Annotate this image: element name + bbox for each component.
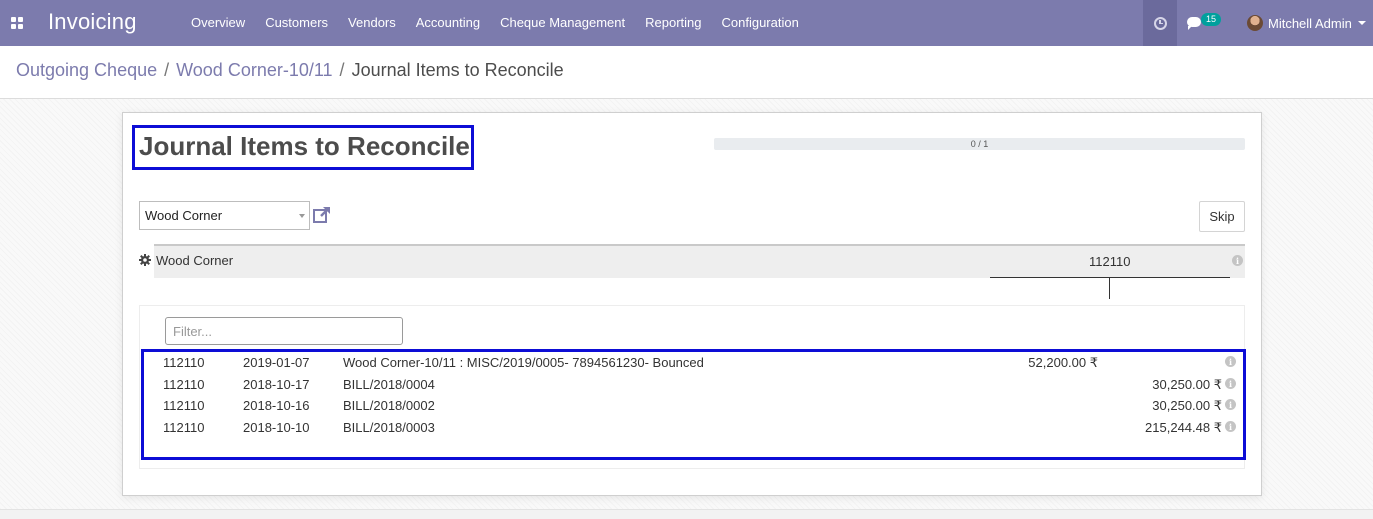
breadcrumb-outgoing-cheque[interactable]: Outgoing Cheque: [16, 60, 157, 81]
info-icon[interactable]: i: [1232, 255, 1243, 266]
apps-grid-icon: [11, 17, 23, 29]
skip-button[interactable]: Skip: [1199, 201, 1245, 232]
progress-bar: 0 / 1: [714, 138, 1245, 150]
bottom-strip: [0, 509, 1373, 519]
activity-button[interactable]: [1143, 0, 1177, 46]
menu-item-customers[interactable]: Customers: [255, 0, 338, 46]
control-panel: Outgoing Cheque / Wood Corner-10/11 / Jo…: [0, 46, 1373, 99]
progress-text: 0 / 1: [970, 139, 989, 149]
breadcrumb-separator: /: [339, 60, 345, 80]
chat-icon: [1187, 17, 1201, 30]
menu-item-configuration[interactable]: Configuration: [711, 0, 808, 46]
apps-menu-button[interactable]: [0, 0, 34, 46]
user-menu[interactable]: Mitchell Admin: [1247, 0, 1366, 46]
dropdown-arrow-icon: [299, 214, 305, 218]
avatar: [1247, 15, 1263, 31]
breadcrumb: Outgoing Cheque / Wood Corner-10/11 / Jo…: [16, 60, 564, 81]
gear-icon[interactable]: [139, 254, 151, 266]
menu-item-reporting[interactable]: Reporting: [635, 0, 711, 46]
breadcrumb-current: Journal Items to Reconcile: [351, 60, 564, 80]
menu-item-overview[interactable]: Overview: [181, 0, 255, 46]
menu-item-cheque-management[interactable]: Cheque Management: [490, 0, 635, 46]
breadcrumb-cheque-record[interactable]: Wood Corner-10/11: [176, 60, 332, 81]
lines-highlight: [141, 349, 1246, 460]
menu-item-accounting[interactable]: Accounting: [406, 0, 490, 46]
balance-line-horizontal: [990, 277, 1230, 278]
partner-name: Wood Corner: [156, 253, 234, 268]
menu-item-vendors[interactable]: Vendors: [338, 0, 406, 46]
top-navbar: Invoicing Overview Customers Vendors Acc…: [0, 0, 1373, 46]
page-title: Journal Items to Reconcile: [139, 131, 470, 161]
messages-button[interactable]: 15: [1185, 0, 1225, 46]
user-name: Mitchell Admin: [1268, 15, 1352, 31]
partner-select-value: Wood Corner: [145, 208, 223, 223]
main-menu: Overview Customers Vendors Accounting Ch…: [181, 0, 809, 46]
external-link-icon[interactable]: [312, 205, 332, 225]
partner-select[interactable]: Wood Corner: [139, 201, 310, 230]
account-code: 112110: [1089, 254, 1131, 269]
filter-input[interactable]: [165, 317, 403, 345]
balance-line-vertical: [1109, 277, 1110, 299]
breadcrumb-separator: /: [164, 60, 170, 80]
partner-header[interactable]: Wood Corner: [154, 244, 1245, 278]
clock-icon: [1153, 16, 1167, 30]
messages-count-badge: 15: [1201, 13, 1222, 26]
chevron-down-icon: [1357, 21, 1366, 25]
app-title[interactable]: Invoicing: [48, 9, 137, 35]
